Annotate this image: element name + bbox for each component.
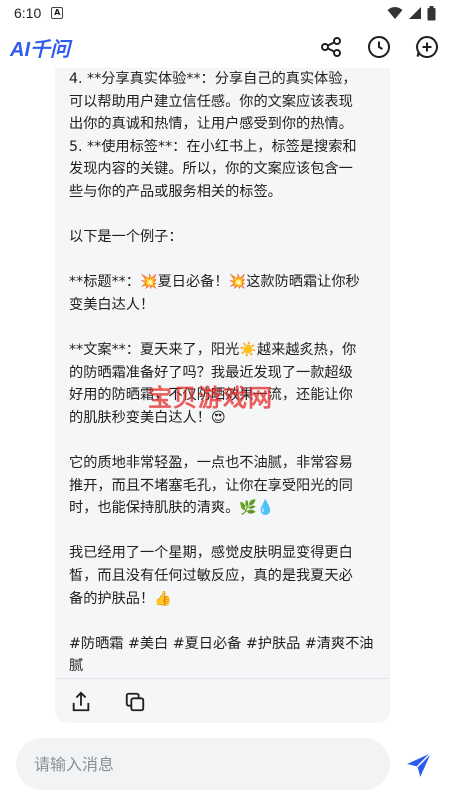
message-line: 发现内容的关键。所以，你的文案应该包含一 [69, 161, 353, 178]
assistant-message-bubble: 4. **分享真实体验**：分享自己的真实体验， 可以帮助用户建立信任感。你的文案… [55, 68, 390, 723]
battery-icon [427, 5, 436, 20]
share-message-button[interactable] [69, 690, 93, 714]
chat-area[interactable]: 4. **分享真实体验**：分享自己的真实体验， 可以帮助用户建立信任感。你的文案… [0, 68, 450, 728]
copy-icon [125, 692, 145, 712]
message-line: 的肌肤秒变美白达人！😍 [69, 409, 226, 426]
message-actions [69, 690, 147, 714]
header-actions [318, 34, 440, 60]
history-clock-icon [368, 36, 390, 58]
message-line: 腻 [69, 658, 84, 675]
message-line: **文案**：夏天来了，阳光☀️越来越炙热，你 [69, 342, 357, 359]
message-line: 出你的真诚和热情，让用户感受到你的热情。 [69, 116, 353, 133]
copy-message-button[interactable] [123, 690, 147, 714]
message-input[interactable] [16, 738, 390, 790]
send-button[interactable] [402, 748, 436, 782]
message-line: #防晒霜 #美白 #夏日必备 #护肤品 #清爽不油 [69, 635, 374, 652]
new-chat-plus-icon [416, 35, 438, 58]
app-logo: AI千问 [10, 38, 70, 61]
wifi-icon [387, 7, 403, 19]
message-line: 的防晒霜准备好了吗？我最近发现了一款超级 [69, 364, 353, 381]
message-line: 变美白达人！ [69, 296, 155, 313]
message-line: 以下是一个例子： [69, 229, 183, 246]
message-text: 4. **分享真实体验**：分享自己的真实体验， 可以帮助用户建立信任感。你的文案… [69, 68, 376, 678]
history-button[interactable] [366, 34, 392, 60]
message-line: 好用的防晒霜，不仅防晒效果一流，还能让你 [69, 387, 353, 404]
status-time: 6:10 [14, 5, 42, 21]
message-line: 它的质地非常轻盈，一点也不油腻，非常容易 [69, 455, 353, 472]
message-line: 备的护肤品！👍 [69, 590, 172, 607]
message-line: 5. **使用标签**：在小红书上，标签是搜索和 [69, 138, 357, 155]
bubble-divider [55, 678, 390, 679]
message-line: 我已经用了一个星期，感觉皮肤明显变得更白 [69, 545, 353, 562]
message-line: 推开，而且不堵塞毛孔，让你在享受阳光的同 [69, 477, 353, 494]
message-line: 可以帮助用户建立信任感。你的文案应该表现 [69, 93, 353, 110]
share-nodes-icon [321, 37, 341, 57]
share-button[interactable] [318, 34, 344, 60]
message-line: 时，也能保持肌肤的清爽。🌿💧 [69, 500, 275, 517]
message-line: 皙，而且没有任何过敏反应，真的是我夏天必 [69, 568, 353, 585]
input-bar [0, 728, 450, 800]
send-paper-plane-icon [407, 752, 432, 777]
message-line: 4. **分享真实体验**：分享自己的真实体验， [69, 71, 357, 87]
share-upload-icon [72, 691, 90, 712]
app-header: AI千问 [0, 26, 450, 68]
status-icons [387, 5, 436, 21]
status-bar: 6:10 A [0, 0, 450, 26]
a-badge-icon: A [51, 7, 64, 19]
new-chat-button[interactable] [414, 34, 440, 60]
message-line: 些与你的产品或服务相关的标签。 [69, 183, 282, 200]
message-line: **标题**：💥夏日必备！💥这款防晒霜让你秒 [69, 274, 360, 291]
signal-icon [409, 7, 421, 19]
